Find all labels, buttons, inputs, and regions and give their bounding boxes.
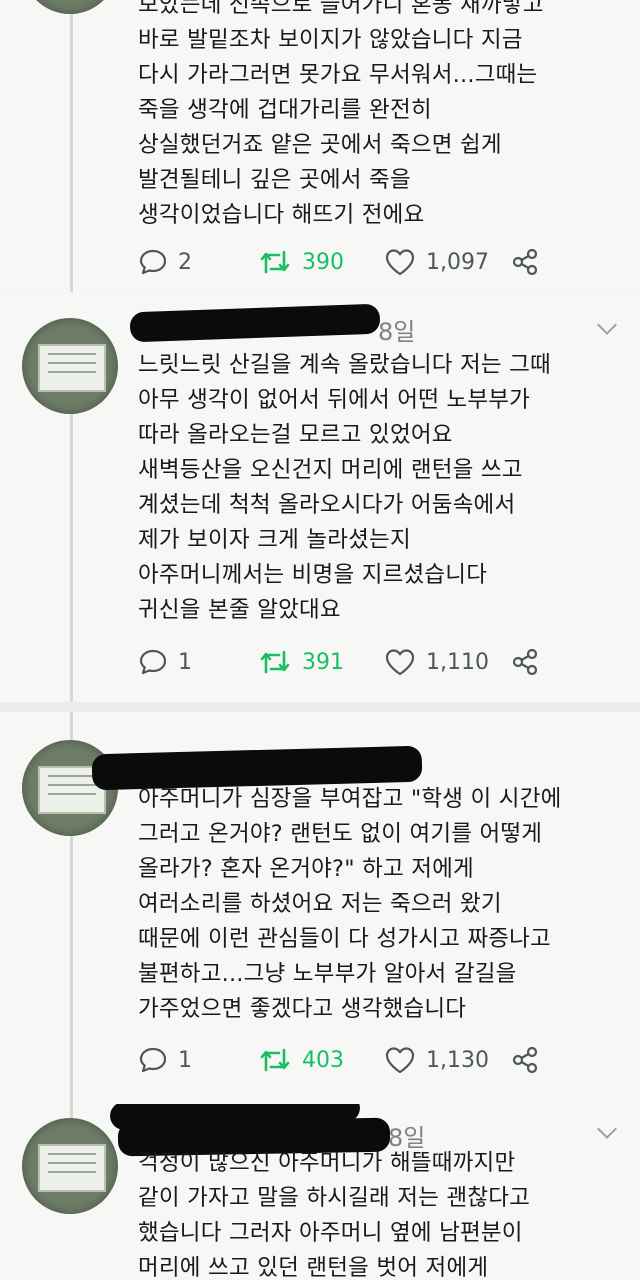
retweet-button[interactable]: 391 xyxy=(258,644,344,680)
avatar[interactable] xyxy=(22,0,118,14)
thread-line xyxy=(70,712,73,742)
retweet-icon xyxy=(260,250,290,274)
thread-line xyxy=(70,834,73,1104)
retweet-icon xyxy=(260,1048,290,1072)
like-button[interactable]: 1,110 xyxy=(384,644,489,680)
share-button[interactable] xyxy=(510,1042,540,1078)
reply-count: 1 xyxy=(178,1047,192,1073)
share-button[interactable] xyxy=(510,244,540,280)
heart-icon xyxy=(385,1047,415,1074)
like-count: 1,097 xyxy=(426,249,489,275)
share-icon xyxy=(512,648,538,676)
retweet-count: 390 xyxy=(302,249,344,275)
thread-line xyxy=(70,0,73,292)
retweet-button[interactable]: 403 xyxy=(258,1042,344,1078)
tweet-text: 느릿느릿 산길을 계속 올랐습니다 저는 그때 아무 생각이 없어서 뒤에서 어… xyxy=(138,352,551,623)
tweet-3[interactable]: 아주머니가 심장을 부여잡고 "학생 이 시간에 그러고 온거야? 랜턴도 없이… xyxy=(0,712,640,1104)
like-count: 1,130 xyxy=(426,1047,489,1073)
heart-icon xyxy=(385,249,415,276)
reply-count: 1 xyxy=(178,649,192,675)
retweet-button[interactable]: 390 xyxy=(258,244,344,280)
like-count: 1,110 xyxy=(426,649,489,675)
like-button[interactable]: 1,130 xyxy=(384,1042,489,1078)
chevron-down-icon[interactable] xyxy=(597,1119,617,1139)
share-button[interactable] xyxy=(510,644,540,680)
tweet-2[interactable]: 8일 느릿느릿 산길을 계속 올랐습니다 저는 그때 아무 생각이 없어서 뒤에… xyxy=(0,294,640,702)
retweet-icon xyxy=(260,650,290,674)
reply-button[interactable]: 1 xyxy=(138,1042,192,1078)
tweet-text: 보았는데 전속으로 들어가니 혼동 새까맣고 바로 발밑조차 보이지가 않았습니… xyxy=(138,0,544,228)
chevron-down-icon[interactable] xyxy=(597,315,617,335)
reply-bubble-icon xyxy=(139,1047,167,1073)
reply-button[interactable]: 1 xyxy=(138,644,192,680)
tweet-1[interactable]: 보았는데 전속으로 들어가니 혼동 새까맣고 바로 발밑조차 보이지가 않았습니… xyxy=(0,0,640,292)
avatar[interactable] xyxy=(22,1118,118,1214)
like-button[interactable]: 1,097 xyxy=(384,244,489,280)
tweet-4[interactable]: 8일 걱정이 많으신 아주머니가 해뜰때까지만 같이 가자고 말을 하시길래 저… xyxy=(0,1104,640,1280)
tweet-text: 아주머니가 심장을 부여잡고 "학생 이 시간에 그러고 온거야? 랜턴도 없이… xyxy=(138,786,562,1022)
divider xyxy=(0,702,640,712)
share-icon xyxy=(512,248,538,276)
avatar[interactable] xyxy=(22,318,118,414)
share-icon xyxy=(512,1046,538,1074)
reply-bubble-icon xyxy=(139,649,167,675)
reply-bubble-icon xyxy=(139,249,167,275)
retweet-count: 403 xyxy=(302,1047,344,1073)
tweet-text: 걱정이 많으신 아주머니가 해뜰때까지만 같이 가자고 말을 하시길래 저는 괜… xyxy=(138,1150,531,1280)
reply-button[interactable]: 2 xyxy=(138,244,192,280)
thread-line xyxy=(70,410,73,702)
thread-line xyxy=(70,1104,73,1118)
tweet-date: 8일 xyxy=(378,318,416,346)
heart-icon xyxy=(385,649,415,676)
reply-count: 2 xyxy=(178,249,192,275)
retweet-count: 391 xyxy=(302,649,344,675)
redacted-username xyxy=(129,303,381,343)
